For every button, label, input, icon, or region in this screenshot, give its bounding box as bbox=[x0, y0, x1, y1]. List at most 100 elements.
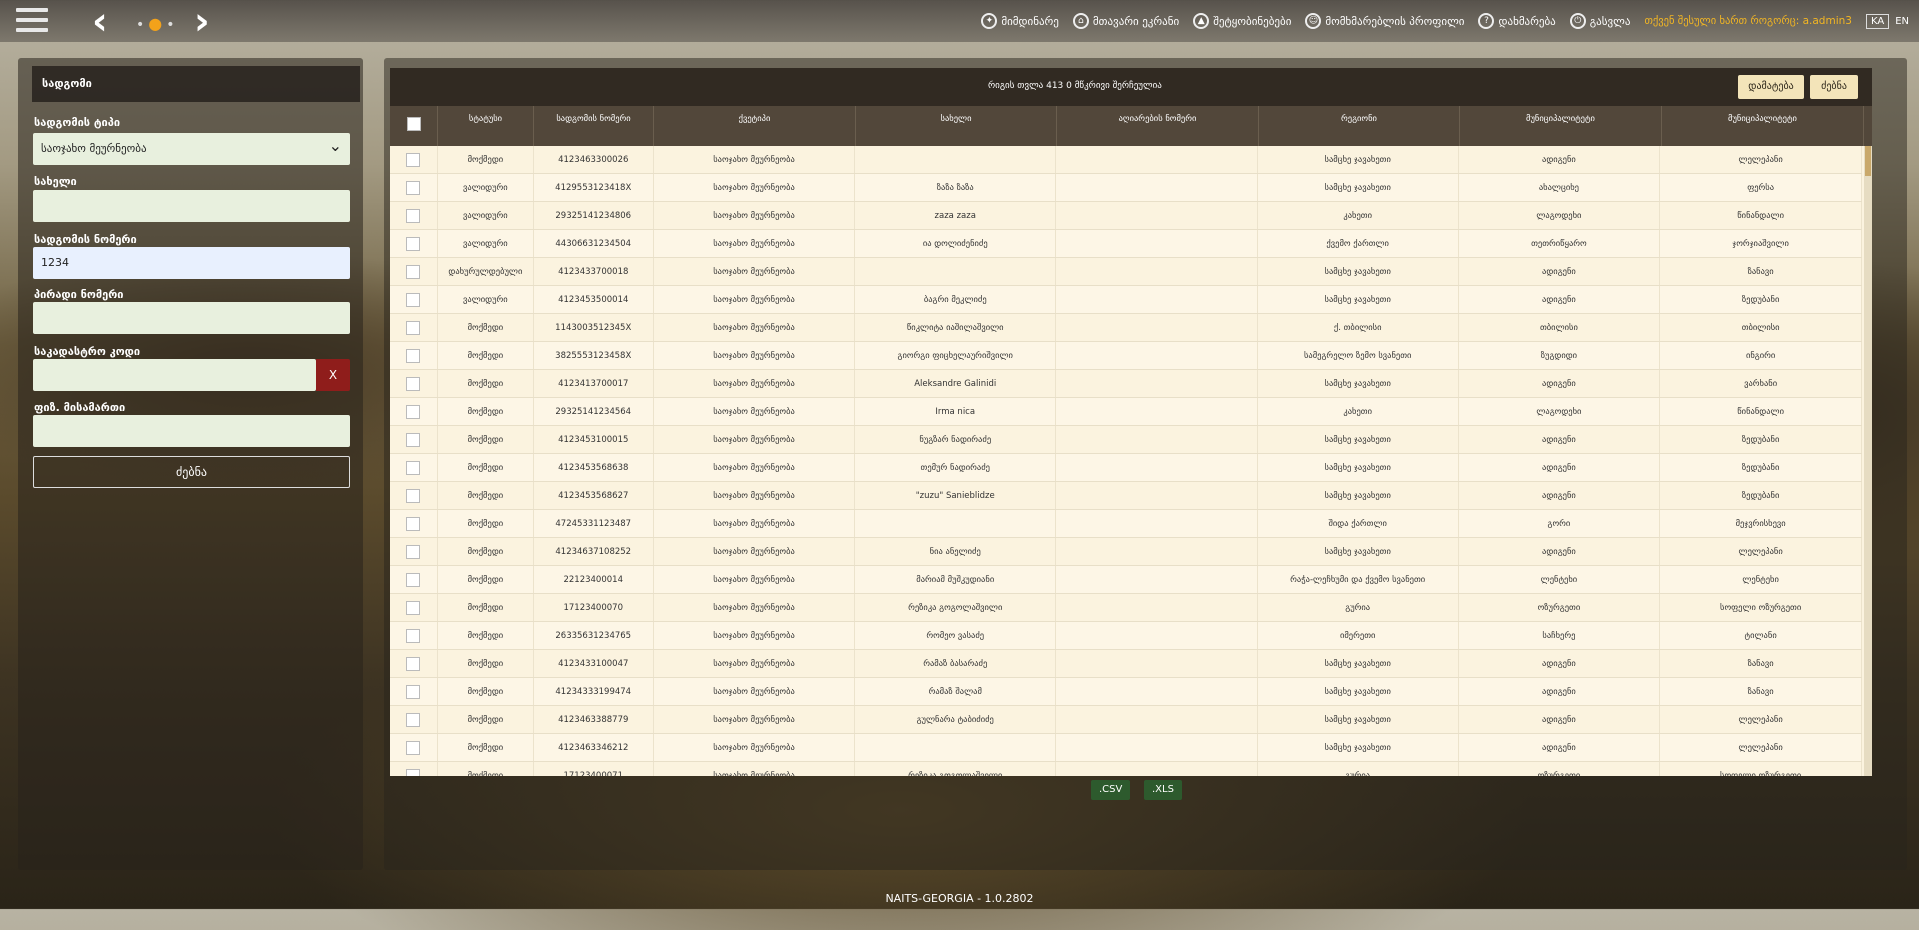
row-select-checkbox[interactable] bbox=[406, 656, 421, 671]
table-row[interactable]: ვალიდური 4129553123418X საოჯახო მეურნეობა ზ… bbox=[390, 174, 1862, 202]
col-status[interactable]: სტატუსი bbox=[438, 106, 534, 146]
table-scrollbar[interactable] bbox=[1864, 146, 1872, 776]
select-all-checkbox[interactable] bbox=[406, 117, 421, 131]
row-select-checkbox[interactable] bbox=[406, 264, 421, 279]
row-select-checkbox[interactable] bbox=[406, 292, 421, 307]
row-checkbox-cell[interactable] bbox=[390, 594, 438, 621]
table-row[interactable]: მოქმედი 3825553123458X საოჯახო მეურნეობა გი… bbox=[390, 342, 1862, 370]
number-input[interactable]: 1234 bbox=[33, 247, 350, 279]
table-row[interactable]: მოქმედი 4123433100047 საოჯახო მეურნეობა რამ… bbox=[390, 650, 1862, 678]
menu-home[interactable]: ⌂ მთავარი ეკრანი bbox=[1072, 13, 1179, 29]
search-button[interactable]: ძებნა bbox=[33, 456, 350, 488]
menu-current[interactable]: ✦ მიმდინარე bbox=[981, 13, 1059, 29]
table-row[interactable]: მოქმედი 4123463388779 საოჯახო მეურნეობა გულ… bbox=[390, 706, 1862, 734]
menu-help[interactable]: ? დახმარება bbox=[1478, 13, 1556, 29]
table-row[interactable]: მოქმედი 41234333199474 საოჯახო მეურნეობა რა… bbox=[390, 678, 1862, 706]
row-select-checkbox[interactable] bbox=[406, 152, 421, 167]
row-select-checkbox[interactable] bbox=[406, 740, 421, 755]
hamburger-menu-icon[interactable] bbox=[16, 8, 48, 34]
menu-logout[interactable]: ⏻ გასვლა bbox=[1569, 13, 1630, 29]
row-checkbox-cell[interactable] bbox=[390, 678, 438, 705]
row-checkbox-cell[interactable] bbox=[390, 370, 438, 397]
row-checkbox-cell[interactable] bbox=[390, 650, 438, 677]
table-row[interactable]: ვალიდური 29325141234806 საოჯახო მეურნეობა z… bbox=[390, 202, 1862, 230]
name-input[interactable] bbox=[33, 190, 350, 222]
export-csv-button[interactable]: .CSV bbox=[1091, 780, 1131, 800]
col-municipality[interactable]: მუნიციპალიტეტი bbox=[1460, 106, 1662, 146]
table-row[interactable]: მოქმედი 4123453100015 საოჯახო მეურნეობა ნუგ… bbox=[390, 426, 1862, 454]
table-row[interactable]: ვალიდური 44306631234504 საოჯახო მეურნეობა ი… bbox=[390, 230, 1862, 258]
row-checkbox-cell[interactable] bbox=[390, 706, 438, 733]
address-input[interactable] bbox=[33, 415, 350, 447]
scrollbar-thumb[interactable] bbox=[1865, 146, 1871, 176]
col-holding-number[interactable]: სადგომის ნომერი bbox=[534, 106, 654, 146]
row-checkbox-cell[interactable] bbox=[390, 482, 438, 509]
row-select-checkbox[interactable] bbox=[406, 488, 421, 503]
table-row[interactable]: ვალიდური 4123453500014 საოჯახო მეურნეობა ბა… bbox=[390, 286, 1862, 314]
filter-button[interactable]: ძებნა bbox=[1810, 75, 1858, 99]
table-row[interactable]: მოქმედი 4123463346212 საოჯახო მეურნეობა სამ… bbox=[390, 734, 1862, 762]
row-checkbox-cell[interactable] bbox=[390, 314, 438, 341]
table-row[interactable]: მოქმედი 1143003512345X საოჯახო მეურნეობა წი… bbox=[390, 314, 1862, 342]
type-select[interactable]: საოჯახო მეურნეობა bbox=[33, 130, 350, 165]
table-row[interactable]: მოქმედი 41234637108252 საოჯახო მეურნეობა ნი… bbox=[390, 538, 1862, 566]
row-select-checkbox[interactable] bbox=[406, 684, 421, 699]
row-checkbox-cell[interactable] bbox=[390, 146, 438, 173]
row-select-checkbox[interactable] bbox=[406, 516, 421, 531]
table-row[interactable]: დახურულდებული 4123433700018 საოჯახო მეურნე… bbox=[390, 258, 1862, 286]
row-checkbox-cell[interactable] bbox=[390, 230, 438, 257]
row-checkbox-cell[interactable] bbox=[390, 426, 438, 453]
row-checkbox-cell[interactable] bbox=[390, 398, 438, 425]
row-select-checkbox[interactable] bbox=[406, 376, 421, 391]
lang-en-button[interactable]: EN bbox=[1895, 16, 1909, 27]
export-xls-button[interactable]: .XLS bbox=[1144, 780, 1182, 800]
row-checkbox-cell[interactable] bbox=[390, 342, 438, 369]
clear-cadastral-button[interactable]: X bbox=[316, 359, 350, 391]
row-select-checkbox[interactable] bbox=[406, 404, 421, 419]
row-select-checkbox[interactable] bbox=[406, 768, 421, 776]
row-select-checkbox[interactable] bbox=[406, 712, 421, 727]
row-select-checkbox[interactable] bbox=[406, 432, 421, 447]
add-button[interactable]: დამატება bbox=[1738, 75, 1804, 99]
col-municipality-2[interactable]: მუნიციპალიტეტი bbox=[1662, 106, 1864, 146]
pid-input[interactable] bbox=[33, 302, 350, 334]
menu-profile[interactable]: ☺ მომხმარებლის პროფილი bbox=[1305, 13, 1464, 29]
row-select-checkbox[interactable] bbox=[406, 236, 421, 251]
row-select-checkbox[interactable] bbox=[406, 180, 421, 195]
row-select-checkbox[interactable] bbox=[406, 320, 421, 335]
row-checkbox-cell[interactable] bbox=[390, 762, 438, 776]
row-checkbox-cell[interactable] bbox=[390, 538, 438, 565]
col-region[interactable]: რეგიონი bbox=[1259, 106, 1460, 146]
menu-notifications[interactable]: ▲ შეტყობინებები bbox=[1193, 13, 1291, 29]
table-row[interactable]: მოქმედი 22123400014 საოჯახო მეურნეობა მარია… bbox=[390, 566, 1862, 594]
row-select-checkbox[interactable] bbox=[406, 460, 421, 475]
table-row[interactable]: მოქმედი 17123400071 საოჯახო მეურნეობა რეზიკ… bbox=[390, 762, 1862, 776]
row-select-checkbox[interactable] bbox=[406, 600, 421, 615]
row-select-checkbox[interactable] bbox=[406, 628, 421, 643]
table-row[interactable]: მოქმედი 47245331123487 საოჯახო მეურნეობა ში… bbox=[390, 510, 1862, 538]
row-checkbox-cell[interactable] bbox=[390, 566, 438, 593]
col-subtype[interactable]: ქვეტიპი bbox=[654, 106, 856, 146]
row-checkbox-cell[interactable] bbox=[390, 510, 438, 537]
row-checkbox-cell[interactable] bbox=[390, 286, 438, 313]
table-row[interactable]: მოქმედი 4123453568638 საოჯახო მეურნეობა თემ… bbox=[390, 454, 1862, 482]
row-checkbox-cell[interactable] bbox=[390, 734, 438, 761]
row-select-checkbox[interactable] bbox=[406, 544, 421, 559]
cadastral-input[interactable] bbox=[33, 359, 316, 391]
table-row[interactable]: მოქმედი 4123453568627 საოჯახო მეურნეობა "zu… bbox=[390, 482, 1862, 510]
forward-arrow-icon[interactable]: › bbox=[194, 2, 210, 40]
row-select-checkbox[interactable] bbox=[406, 208, 421, 223]
row-checkbox-cell[interactable] bbox=[390, 174, 438, 201]
row-checkbox-cell[interactable] bbox=[390, 622, 438, 649]
table-row[interactable]: მოქმედი 4123413700017 საოჯახო მეურნეობა Ale… bbox=[390, 370, 1862, 398]
row-select-checkbox[interactable] bbox=[406, 572, 421, 587]
row-select-checkbox[interactable] bbox=[406, 348, 421, 363]
row-checkbox-cell[interactable] bbox=[390, 258, 438, 285]
col-approval-number[interactable]: აღიარების ნომერი bbox=[1057, 106, 1259, 146]
table-row[interactable]: მოქმედი 17123400070 საოჯახო მეურნეობა რეზიკ… bbox=[390, 594, 1862, 622]
table-row[interactable]: მოქმედი 4123463300026 საოჯახო მეურნეობა სამ… bbox=[390, 146, 1862, 174]
table-row[interactable]: მოქმედი 26335631234765 საოჯახო მეურნეობა რო… bbox=[390, 622, 1862, 650]
row-checkbox-cell[interactable] bbox=[390, 202, 438, 229]
row-checkbox-cell[interactable] bbox=[390, 454, 438, 481]
table-row[interactable]: მოქმედი 29325141234564 საოჯახო მეურნეობა Ir… bbox=[390, 398, 1862, 426]
